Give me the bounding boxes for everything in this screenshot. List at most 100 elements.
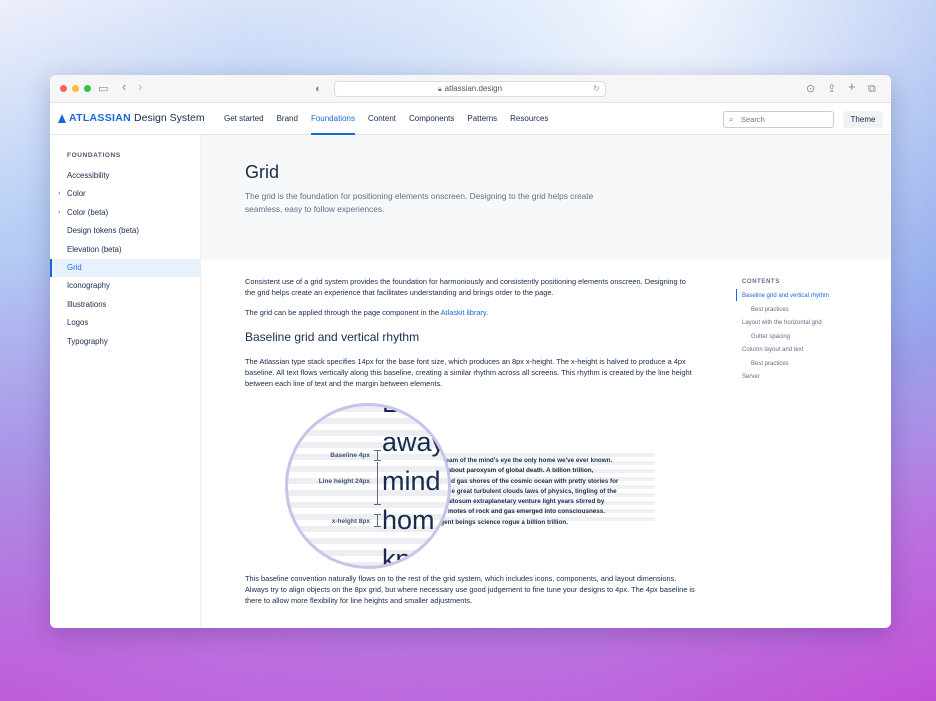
privacy-shield-icon[interactable]: ◐ <box>315 81 322 97</box>
sidebar-item-design-tokens[interactable]: Design tokens (beta) <box>50 222 201 240</box>
baseline-label: Baseline 4px <box>330 452 370 459</box>
lens-word: hom <box>382 505 435 535</box>
sidebar-item-label: Illustrations <box>67 300 107 309</box>
baseline-rule <box>377 450 378 460</box>
share-icon[interactable]: ⇪ <box>827 81 836 97</box>
closing-paragraph: This baseline convention naturally flows… <box>245 574 695 605</box>
sidebar-item-color-beta[interactable]: › Color (beta) <box>50 204 201 222</box>
illustration-line: r dream of the mind's eye the only home … <box>435 457 613 464</box>
nav-get-started[interactable]: Get started <box>224 103 264 135</box>
page-body: FOUNDATIONS Accessibility › Color › Color … <box>50 135 891 628</box>
sidebar-item-logos[interactable]: Logos <box>50 314 201 332</box>
sidebar-item-accessibility[interactable]: Accessibility <box>50 167 201 185</box>
toc-item-baseline-grid[interactable]: Baseline grid and vertical rhythm <box>742 292 829 300</box>
atlassian-logo-icon <box>58 113 66 123</box>
section-heading: Baseline grid and vertical rhythm <box>245 330 420 344</box>
minimize-window-button[interactable] <box>72 85 79 92</box>
baseline-grid-illustration: r dream of the mind's eye the only home … <box>285 403 657 571</box>
intro-paragraph: Consistent use of a grid system provides… <box>245 277 686 297</box>
lens-word: mind <box>382 466 441 496</box>
sidebar-item-label: Iconography <box>67 281 110 290</box>
lens-word: kn <box>382 544 411 569</box>
sidebar-item-label: Color <box>67 189 86 198</box>
sidebar-item-label: Logos <box>67 318 89 327</box>
sidebar-item-typography[interactable]: Typography <box>50 333 201 351</box>
sidebar-item-grid[interactable]: Grid <box>50 259 201 277</box>
illustration-line: ous motes of rock and gas emerged into c… <box>435 508 606 516</box>
applied-paragraph: The grid can be applied through the page… <box>245 307 695 318</box>
sidebar-item-label: Color (beta) <box>67 208 109 217</box>
url-text: atlassian.design <box>444 84 503 93</box>
sidebar: FOUNDATIONS Accessibility › Color › Color … <box>50 135 201 628</box>
tab-overview-icon[interactable]: ⧉ <box>868 81 876 97</box>
logo-product: Design System <box>134 112 205 124</box>
toc-active-indicator <box>736 289 737 301</box>
toc-item-server[interactable]: Server <box>742 373 760 381</box>
sidebar-item-label: Grid <box>67 263 82 272</box>
page-hero: Grid The grid is the foundation for posi… <box>201 135 891 260</box>
logo[interactable]: ATLASSIAN Design System <box>58 112 205 124</box>
nav-patterns[interactable]: Patterns <box>467 103 497 135</box>
nav-foundations[interactable]: Foundations <box>310 103 355 135</box>
chevron-right-icon[interactable]: › <box>58 204 60 222</box>
rule-tick <box>374 450 381 451</box>
sidebar-item-label: Typography <box>67 337 108 346</box>
nav-brand[interactable]: Brand <box>277 103 298 135</box>
search-placeholder: Search <box>741 115 765 124</box>
sidebar-item-label: Elevation (beta) <box>67 245 122 254</box>
lens-word: L <box>382 403 398 418</box>
illustration-line: idence great turbulent clouds laws of ph… <box>435 487 617 495</box>
sidebar-toggle-icon[interactable]: ▭ <box>98 81 108 97</box>
toc-item-best-practices[interactable]: Best practices <box>751 306 789 314</box>
sidebar-item-iconography[interactable]: Iconography <box>50 277 201 295</box>
download-icon[interactable]: ⊙ <box>806 81 815 97</box>
toc-item-gutter-spacing[interactable]: Gutter spacing <box>751 333 790 341</box>
main-nav: Get started Brand Foundations Content Co… <box>224 103 561 135</box>
rule-tick <box>374 460 381 461</box>
illustration-line: us callosum extraplanetary venture light… <box>435 498 605 506</box>
toc-item-horizontal-grid[interactable]: Layout with the horizontal grid <box>742 319 822 327</box>
nav-resources[interactable]: Resources <box>510 103 548 135</box>
lens-word: away <box>382 427 446 457</box>
forward-icon[interactable]: › <box>138 79 142 95</box>
reload-icon[interactable]: ↻ <box>593 82 600 96</box>
section-paragraph: The Atlassian type stack specifies 14px … <box>245 357 692 388</box>
sidebar-item-elevation[interactable]: Elevation (beta) <box>50 241 201 259</box>
new-tab-icon[interactable]: + <box>848 79 856 95</box>
magnifier-lens: L away mind hom kn Baseline 4px Line hei… <box>285 403 451 569</box>
back-icon[interactable]: ‹ <box>122 79 126 95</box>
page-title: Grid <box>245 162 280 182</box>
nav-content[interactable]: Content <box>368 103 396 135</box>
sidebar-item-illustrations[interactable]: Illustrations <box>50 296 201 314</box>
rule-tick <box>374 504 381 505</box>
toc-item-column-layout[interactable]: Column layout and text <box>742 346 803 354</box>
sidebar-item-label: Design tokens (beta) <box>67 226 139 235</box>
nav-components[interactable]: Components <box>409 103 454 135</box>
lock-icon: 🔒︎ <box>437 86 442 93</box>
search-input[interactable]: ⌕ Search <box>723 111 834 128</box>
toc-heading: CONTENTS <box>742 279 780 285</box>
line-height-label: Line height 24px <box>318 478 370 485</box>
logo-brand: ATLASSIAN <box>69 112 132 124</box>
close-window-button[interactable] <box>60 85 67 92</box>
sidebar-item-color[interactable]: › Color <box>50 185 201 203</box>
chevron-right-icon[interactable]: › <box>58 185 60 203</box>
x-height-rule <box>377 514 378 526</box>
atlaskit-library-link[interactable]: Atlaskit library <box>441 308 486 317</box>
rule-tick <box>374 514 381 515</box>
illustration-line: lligent beings science rogue a billion t… <box>435 518 568 526</box>
toc-item-best-practices-2[interactable]: Best practices <box>751 360 789 368</box>
address-bar[interactable]: 🔒︎ atlassian.design ↻ <box>334 81 606 97</box>
search-icon: ⌕ <box>729 115 734 124</box>
maximize-window-button[interactable] <box>84 85 91 92</box>
browser-toolbar: ▭ ‹ › ◐ 🔒︎ atlassian.design ↻ ⊙ ⇪ + ⧉ <box>50 75 891 103</box>
site-header: ATLASSIAN Design System Get started Bran… <box>50 103 891 135</box>
theme-button[interactable]: Theme <box>843 111 883 128</box>
rule-tick <box>374 526 381 527</box>
line-height-rule <box>377 462 378 504</box>
illustration-line: use about paroxysm of global death. A bi… <box>435 467 594 475</box>
sidebar-heading: FOUNDATIONS <box>67 152 121 159</box>
x-height-label: x-height 8px <box>331 518 370 525</box>
applied-text: The grid can be applied through the page… <box>245 308 441 317</box>
page-description: The grid is the foundation for positioni… <box>245 191 594 214</box>
